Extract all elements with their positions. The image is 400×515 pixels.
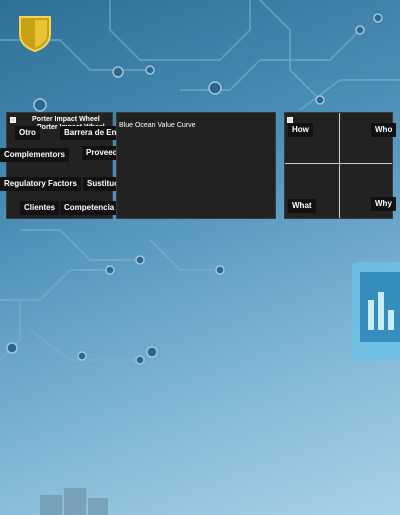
quadrant-how[interactable]: How — [288, 123, 313, 137]
circuit-background — [0, 0, 400, 515]
horizontal-divider — [285, 163, 392, 164]
shield-logo-icon[interactable] — [16, 14, 54, 52]
blue-ocean-title: Blue Ocean Value Curve — [119, 122, 196, 129]
quadrant-what[interactable]: What — [288, 199, 316, 213]
blue-ocean-value-curve-panel[interactable]: Blue Ocean Value Curve — [116, 112, 276, 219]
quadrant-matrix-panel[interactable]: How Who What Why — [284, 112, 397, 219]
chip-regulatory-factors[interactable]: Regulatory Factors — [0, 177, 81, 191]
panel-menu-icon[interactable] — [10, 117, 16, 123]
chip-competencia[interactable]: Competencia — [60, 201, 119, 215]
quadrant-who[interactable]: Who — [371, 123, 397, 137]
chip-clientes[interactable]: Clientes — [20, 201, 60, 215]
chip-otro[interactable]: Otro — [15, 126, 40, 140]
porter-title: Porter Impact Wheel — [32, 116, 100, 123]
quadrant-why[interactable]: Why — [371, 197, 396, 211]
vertical-divider — [339, 113, 340, 218]
chip-complementors[interactable]: Complementors — [0, 148, 69, 162]
